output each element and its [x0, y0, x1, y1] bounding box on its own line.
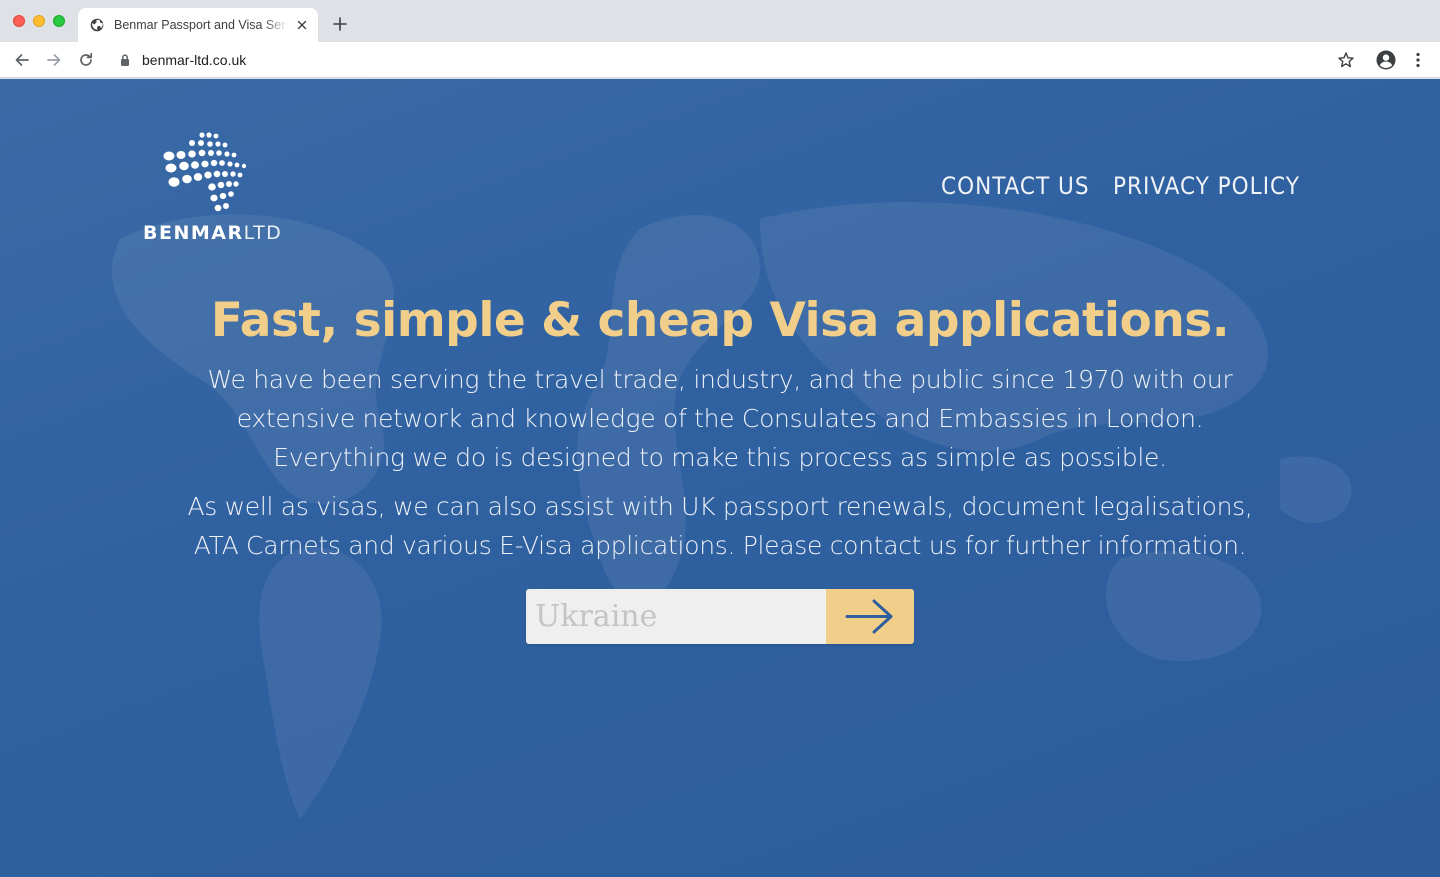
tab-title: Benmar Passport and Visa Services: [114, 17, 288, 33]
services-paragraph: As well as visas, we can also assist wit…: [0, 487, 1440, 565]
minimize-window-button[interactable]: [33, 15, 45, 27]
close-tab-icon[interactable]: [294, 17, 310, 33]
lock-icon[interactable]: [119, 53, 131, 67]
intro-line: Everything we do is designed to make thi…: [273, 443, 1167, 472]
maximize-window-button[interactable]: [53, 15, 65, 27]
hero-section: BENMARLTD CONTACT US PRIVACY POLICY Fast…: [0, 79, 1440, 877]
logo-wordmark: BENMARLTD: [143, 223, 282, 243]
logo-mark-icon: [163, 132, 247, 212]
forward-arrow-icon[interactable]: [44, 50, 64, 70]
search-submit-button[interactable]: [826, 589, 914, 644]
browser-tab[interactable]: Benmar Passport and Visa Services: [78, 8, 318, 42]
country-search-form: [526, 589, 914, 644]
logo-brand-light: LTD: [243, 222, 283, 244]
globe-icon: [90, 18, 104, 32]
intro-paragraph: We have been serving the travel trade, i…: [0, 360, 1440, 477]
services-line: ATA Carnets and various E-Visa applicati…: [193, 531, 1247, 560]
back-arrow-icon[interactable]: [12, 50, 32, 70]
logo-brand-bold: BENMAR: [143, 222, 244, 244]
intro-line: extensive network and knowledge of the C…: [236, 404, 1204, 433]
nav-privacy-policy-link[interactable]: PRIVACY POLICY: [1113, 171, 1300, 201]
bookmark-star-icon[interactable]: [1336, 50, 1356, 70]
benmar-logo[interactable]: BENMARLTD: [140, 131, 300, 246]
hero-headline: Fast, simple & cheap Visa applications.: [210, 293, 1230, 348]
intro-line: We have been serving the travel trade, i…: [207, 365, 1233, 394]
close-window-button[interactable]: [13, 15, 25, 27]
browser-tab-bar: Benmar Passport and Visa Services: [0, 0, 1440, 42]
country-search-input[interactable]: [526, 589, 826, 644]
address-bar-url[interactable]: benmar-ltd.co.uk: [142, 51, 246, 69]
profile-avatar-icon[interactable]: [1375, 49, 1397, 71]
browser-toolbar: benmar-ltd.co.uk: [0, 42, 1440, 78]
arrow-right-icon: [845, 599, 893, 634]
services-line: As well as visas, we can also assist wit…: [187, 492, 1253, 521]
new-tab-icon[interactable]: [331, 15, 349, 33]
nav-contact-us-link[interactable]: CONTACT US: [941, 171, 1090, 201]
browser-menu-icon[interactable]: [1410, 50, 1426, 70]
reload-icon[interactable]: [76, 50, 96, 70]
